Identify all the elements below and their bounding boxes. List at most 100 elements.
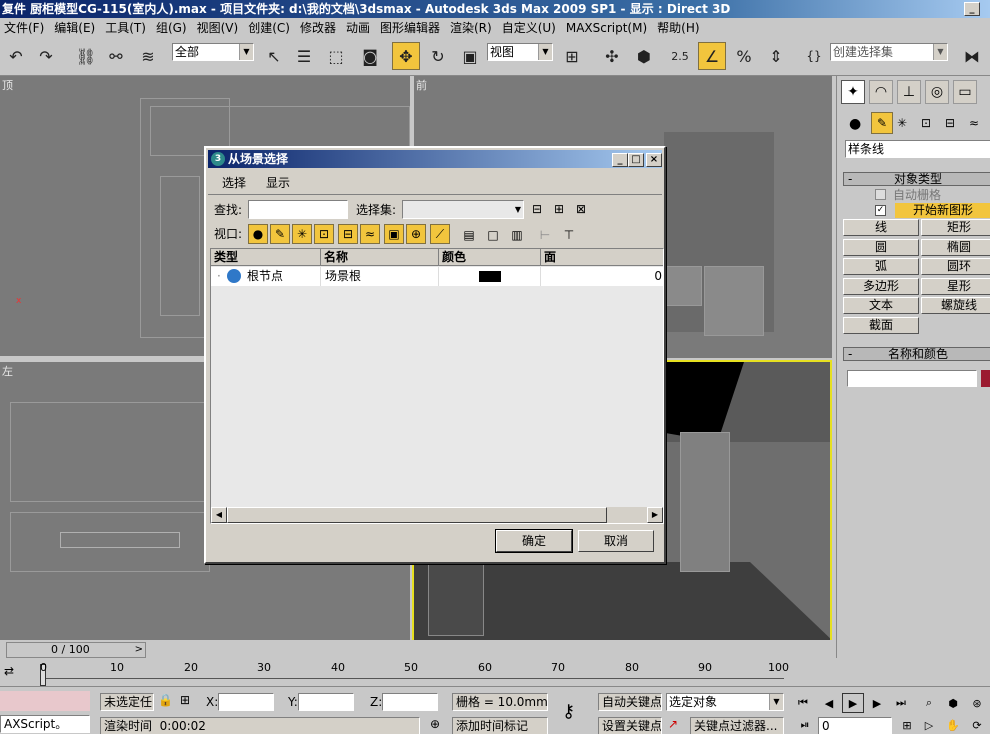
create-tab-icon[interactable]: ✦ bbox=[841, 80, 865, 104]
key-filters-button[interactable]: 关键点过滤器... bbox=[690, 717, 784, 734]
display-children-icon[interactable]: ⊢ bbox=[536, 226, 554, 244]
select-all-icon[interactable]: ▤ bbox=[460, 226, 478, 244]
scroll-right-icon[interactable]: ▶ bbox=[647, 507, 663, 523]
previous-frame-icon[interactable]: ◀ bbox=[818, 693, 840, 713]
bones-filter-icon[interactable]: ⟋ bbox=[430, 224, 450, 244]
menu-edit[interactable]: 编辑(E) bbox=[50, 18, 101, 38]
object-category-dropdown[interactable]: 样条线 bbox=[845, 140, 990, 158]
hierarchy-tab-icon[interactable]: ⊥ bbox=[897, 80, 921, 104]
edit-named-selection-icon[interactable]: {} bbox=[800, 42, 828, 70]
select-and-manipulate-icon[interactable]: ✣ bbox=[598, 42, 626, 70]
column-color[interactable]: 颜色 bbox=[439, 249, 541, 266]
modify-tab-icon[interactable]: ◠ bbox=[869, 80, 893, 104]
maxscript-listener-white[interactable]: AXScript。 bbox=[0, 715, 90, 733]
z-coordinate-field[interactable] bbox=[382, 693, 438, 711]
ngon-button[interactable]: 多边形 bbox=[843, 278, 919, 295]
text-button[interactable]: 文本 bbox=[843, 297, 919, 314]
shapes-icon[interactable]: ✎ bbox=[871, 112, 893, 134]
window-crossing-icon[interactable]: ◙ bbox=[356, 42, 384, 70]
display-influences-icon[interactable]: ⊤ bbox=[560, 226, 578, 244]
select-and-rotate-icon[interactable]: ↻ bbox=[424, 42, 452, 70]
helix-button[interactable]: 螺旋线 bbox=[921, 297, 990, 314]
menu-customize[interactable]: 自定义(U) bbox=[498, 18, 562, 38]
time-tag-icon[interactable]: ⊕ bbox=[430, 717, 440, 731]
menu-group[interactable]: 组(G) bbox=[152, 18, 193, 38]
zoom-all-icon[interactable]: ⬢ bbox=[942, 693, 964, 713]
geometry-filter-icon[interactable]: ● bbox=[248, 224, 268, 244]
select-and-move-icon[interactable]: ✥ bbox=[392, 42, 420, 70]
rectangular-selection-icon[interactable]: ⬚ bbox=[322, 42, 350, 70]
go-to-end-icon[interactable]: ⏭ bbox=[890, 693, 912, 713]
named-selection-input[interactable]: 创建选择集 ▼ bbox=[830, 43, 948, 61]
auto-key-button[interactable]: 自动关键点 bbox=[598, 693, 662, 711]
select-object-icon[interactable]: ↖ bbox=[260, 42, 288, 70]
start-new-shape-button[interactable]: 开始新图形 bbox=[895, 203, 990, 218]
angle-snap-icon[interactable]: ∠ bbox=[698, 42, 726, 70]
time-slider[interactable]: 0 / 100 > bbox=[6, 642, 146, 658]
rectangle-button[interactable]: 矩形 bbox=[921, 219, 990, 236]
donut-button[interactable]: 圆环 bbox=[921, 258, 990, 275]
bind-space-warp-icon[interactable]: ≋ bbox=[134, 42, 162, 70]
find-input[interactable] bbox=[248, 200, 348, 219]
scene-object-list[interactable]: 类型 名称 颜色 面 · 根节点 场景根 0 ◀ ▶ bbox=[210, 248, 664, 524]
helpers-icon[interactable]: ⊟ bbox=[945, 116, 955, 130]
select-invert-icon[interactable]: ▥ bbox=[508, 226, 526, 244]
menu-create[interactable]: 创建(C) bbox=[244, 18, 296, 38]
key-mode-toggle-icon[interactable]: ⏯ bbox=[794, 715, 816, 734]
time-configuration-icon[interactable]: ⊞ bbox=[896, 715, 918, 734]
circle-button[interactable]: 圆 bbox=[843, 239, 919, 256]
mini-curve-editor-icon[interactable]: ⇄ bbox=[4, 664, 14, 678]
cameras-filter-icon[interactable]: ⊡ bbox=[314, 224, 334, 244]
column-name[interactable]: 名称 bbox=[321, 249, 439, 266]
lights-filter-icon[interactable]: ✳ bbox=[292, 224, 312, 244]
selection-set-dropdown[interactable]: ▼ bbox=[402, 200, 524, 219]
scrollbar-thumb[interactable] bbox=[227, 507, 607, 523]
add-to-set-icon[interactable]: ⊞ bbox=[550, 200, 568, 218]
select-by-name-icon[interactable]: ☰ bbox=[290, 42, 318, 70]
maxscript-listener-pink[interactable] bbox=[0, 691, 90, 711]
table-row[interactable]: · 根节点 bbox=[211, 267, 321, 286]
current-frame-field[interactable]: 0 bbox=[818, 717, 892, 734]
arc-button[interactable]: 弧 bbox=[843, 258, 919, 275]
autogrid-checkbox[interactable] bbox=[875, 189, 886, 200]
dialog-close-button[interactable]: × bbox=[646, 153, 662, 167]
dialog-minimize-button[interactable]: _ bbox=[612, 153, 628, 167]
spinner-snap-icon[interactable]: ⇕ bbox=[762, 42, 790, 70]
set-key-icon[interactable]: ⚷ bbox=[562, 701, 575, 722]
remove-from-set-icon[interactable]: ⊠ bbox=[572, 200, 590, 218]
select-none-icon[interactable]: □ bbox=[484, 226, 502, 244]
percent-snap-icon[interactable]: % bbox=[730, 42, 758, 70]
play-icon[interactable]: ▶ bbox=[842, 693, 864, 713]
snaps-toggle-icon[interactable]: 2.5 bbox=[666, 42, 694, 70]
unlink-icon[interactable]: ⚯ bbox=[102, 42, 130, 70]
orbit-icon[interactable]: ⊛ bbox=[966, 693, 988, 713]
name-and-color-rollout[interactable]: - 名称和颜色 bbox=[843, 347, 990, 361]
start-new-shape-checkbox[interactable]: ✓ bbox=[875, 205, 886, 216]
lock-selection-icon[interactable]: 🔒 bbox=[158, 693, 173, 707]
field-of-view-icon[interactable]: ▷ bbox=[918, 715, 940, 734]
lights-icon[interactable]: ✳ bbox=[897, 116, 907, 130]
ellipse-button[interactable]: 椭圆 bbox=[921, 239, 990, 256]
object-color-swatch[interactable] bbox=[981, 370, 990, 387]
select-and-link-icon[interactable]: ⛓ bbox=[72, 42, 100, 70]
dialog-menu-select[interactable]: 选择 bbox=[222, 175, 246, 191]
menu-modifiers[interactable]: 修改器 bbox=[296, 18, 342, 38]
line-button[interactable]: 线 bbox=[843, 219, 919, 236]
column-type[interactable]: 类型 bbox=[211, 249, 321, 266]
next-frame-icon[interactable]: ▶ bbox=[866, 693, 888, 713]
menu-tools[interactable]: 工具(T) bbox=[101, 18, 152, 38]
menu-maxscript[interactable]: MAXScript(M) bbox=[562, 18, 653, 38]
spacewarps-icon[interactable]: ≈ bbox=[969, 116, 979, 130]
pan-view-icon[interactable]: ✋ bbox=[942, 715, 964, 734]
menu-graph-editors[interactable]: 图形编辑器 bbox=[376, 18, 446, 38]
zoom-icon[interactable]: ⌕ bbox=[918, 693, 940, 713]
spacewarps-filter-icon[interactable]: ≈ bbox=[360, 224, 380, 244]
dialog-menu-display[interactable]: 显示 bbox=[266, 175, 290, 191]
menu-rendering[interactable]: 渲染(R) bbox=[446, 18, 498, 38]
menu-animation[interactable]: 动画 bbox=[342, 18, 376, 38]
column-faces[interactable]: 面 bbox=[541, 249, 663, 266]
select-set-icon[interactable]: ⊟ bbox=[528, 200, 546, 218]
helpers-filter-icon[interactable]: ⊟ bbox=[338, 224, 358, 244]
menu-views[interactable]: 视图(V) bbox=[193, 18, 245, 38]
redo-icon[interactable]: ↷ bbox=[32, 42, 60, 70]
